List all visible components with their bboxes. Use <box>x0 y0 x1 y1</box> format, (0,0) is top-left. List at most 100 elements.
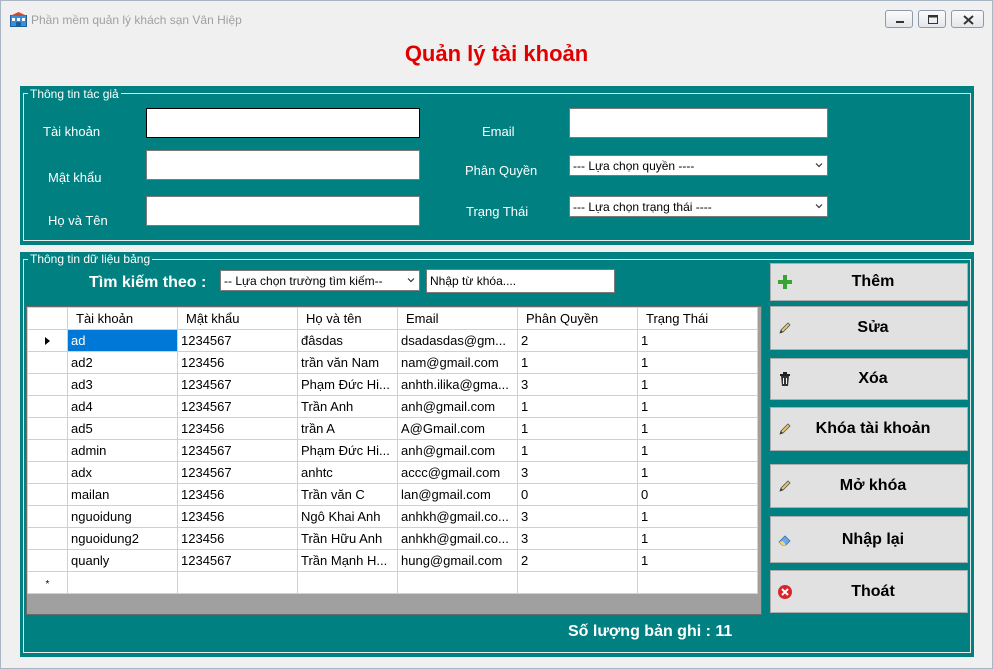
row-header[interactable] <box>27 417 68 440</box>
table-row[interactable]: nguoidung2 123456 Trần Hữu Anh anhkh@gmail.… <box>27 527 758 550</box>
table-cell[interactable]: 123456 <box>177 505 298 528</box>
table-cell[interactable] <box>297 571 398 594</box>
table-cell[interactable]: anhkh@gmail.co... <box>397 505 518 528</box>
table-row[interactable]: ad4 1234567 Trần Anh anh@gmail.com 1 1 <box>27 395 758 418</box>
column-header[interactable]: Họ và tên <box>297 307 398 330</box>
search-input[interactable] <box>426 269 615 293</box>
table-row[interactable]: admin 1234567 Phạm Đức Hi... anh@gmail.com 1… <box>27 439 758 462</box>
table-cell[interactable]: 0 <box>517 483 638 506</box>
table-row[interactable]: ad5 123456 trần A A@Gmail.com 1 1 <box>27 417 758 440</box>
table-cell[interactable]: ad4 <box>67 395 178 418</box>
table-cell[interactable]: 1234567 <box>177 373 298 396</box>
row-header[interactable] <box>27 549 68 572</box>
table-cell[interactable]: 1234567 <box>177 395 298 418</box>
table-cell[interactable]: Trần Hữu Anh <box>297 527 398 550</box>
table-cell[interactable]: 1 <box>637 549 758 572</box>
add-button[interactable]: Thêm <box>770 263 968 301</box>
table-cell[interactable]: ad3 <box>67 373 178 396</box>
table-cell[interactable]: 123456 <box>177 483 298 506</box>
title-bar[interactable]: Phần mềm quản lý khách sạn Vân Hiệp <box>1 1 992 37</box>
fullname-field[interactable] <box>146 196 420 226</box>
table-cell[interactable]: accc@gmail.com <box>397 461 518 484</box>
search-field-select[interactable]: -- Lựa chọn trường tìm kiếm-- <box>220 270 420 291</box>
table-row[interactable]: ad3 1234567 Phạm Đức Hi... anhth.ilika@gma.… <box>27 373 758 396</box>
table-cell[interactable]: quanly <box>67 549 178 572</box>
row-header[interactable] <box>27 373 68 396</box>
table-cell[interactable]: anhth.ilika@gma... <box>397 373 518 396</box>
table-cell[interactable]: ad <box>67 329 178 352</box>
table-cell[interactable]: hung@gmail.com <box>397 549 518 572</box>
table-cell[interactable]: 123456 <box>177 417 298 440</box>
delete-button[interactable]: Xóa <box>770 358 968 400</box>
table-cell[interactable] <box>397 571 518 594</box>
row-header[interactable] <box>27 395 68 418</box>
table-cell[interactable]: 1 <box>637 395 758 418</box>
table-cell[interactable]: nguoidung <box>67 505 178 528</box>
table-cell[interactable]: anhtc <box>297 461 398 484</box>
table-cell[interactable]: ad2 <box>67 351 178 374</box>
row-header[interactable] <box>27 527 68 550</box>
table-row[interactable]: mailan 123456 Trần văn Clan@gmail.com 0 0 <box>27 483 758 506</box>
table-cell[interactable]: 1 <box>517 439 638 462</box>
table-row[interactable]: quanly 1234567 Trần Mạnh H... hung@gmail.co… <box>27 549 758 572</box>
table-cell[interactable]: admin <box>67 439 178 462</box>
status-select[interactable]: --- Lựa chọn trạng thái ---- <box>569 196 828 217</box>
table-cell[interactable]: 1 <box>637 329 758 352</box>
table-cell[interactable]: Trần văn C <box>297 483 398 506</box>
table-cell[interactable] <box>67 571 178 594</box>
table-row[interactable]: adx 1234567 anhtc accc@gmail.com 3 1 <box>27 461 758 484</box>
table-cell[interactable]: dsadasdas@gm... <box>397 329 518 352</box>
table-cell[interactable]: 1234567 <box>177 549 298 572</box>
row-header[interactable] <box>27 329 68 352</box>
close-button[interactable] <box>951 10 984 28</box>
column-header[interactable]: Trạng Thái <box>637 307 758 330</box>
table-cell[interactable]: Phạm Đức Hi... <box>297 373 398 396</box>
accounts-grid[interactable]: Tài khoản Mật khẩu Họ và tên Email Phân … <box>26 306 762 615</box>
table-cell[interactable]: 1 <box>637 373 758 396</box>
table-cell[interactable]: nam@gmail.com <box>397 351 518 374</box>
table-cell[interactable]: nguoidung2 <box>67 527 178 550</box>
table-cell[interactable]: 0 <box>637 483 758 506</box>
row-header[interactable] <box>27 351 68 374</box>
role-select[interactable]: --- Lựa chọn quyền ---- <box>569 155 828 176</box>
table-cell[interactable]: trần văn Nam <box>297 351 398 374</box>
table-row[interactable]: nguoidung 123456 Ngô Khai Anh anhkh@gmail.c… <box>27 505 758 528</box>
table-cell[interactable]: 123456 <box>177 527 298 550</box>
table-cell[interactable]: A@Gmail.com <box>397 417 518 440</box>
maximize-button[interactable] <box>918 10 946 28</box>
table-cell[interactable]: Phạm Đức Hi... <box>297 439 398 462</box>
row-header[interactable] <box>27 439 68 462</box>
table-cell[interactable]: adx <box>67 461 178 484</box>
table-cell[interactable]: 3 <box>517 373 638 396</box>
column-header[interactable]: Phân Quyền <box>517 307 638 330</box>
username-field[interactable] <box>146 108 420 138</box>
table-cell[interactable]: 3 <box>517 527 638 550</box>
password-field[interactable] <box>146 150 420 180</box>
column-header[interactable]: Mật khẩu <box>177 307 298 330</box>
row-header[interactable] <box>27 505 68 528</box>
new-row[interactable]: * <box>27 571 758 594</box>
table-cell[interactable]: 2 <box>517 329 638 352</box>
exit-button[interactable]: Thoát <box>770 570 968 613</box>
table-cell[interactable]: 1234567 <box>177 461 298 484</box>
table-cell[interactable]: 1 <box>637 439 758 462</box>
table-cell[interactable]: anh@gmail.com <box>397 395 518 418</box>
table-cell[interactable]: 1 <box>637 417 758 440</box>
table-cell[interactable]: Trần Mạnh H... <box>297 549 398 572</box>
table-cell[interactable] <box>177 571 298 594</box>
table-cell[interactable]: Ngô Khai Anh <box>297 505 398 528</box>
table-cell[interactable]: 2 <box>517 549 638 572</box>
row-header[interactable] <box>27 461 68 484</box>
table-cell[interactable]: 1 <box>637 351 758 374</box>
email-field[interactable] <box>569 108 828 138</box>
table-cell[interactable] <box>637 571 758 594</box>
table-cell[interactable]: 1234567 <box>177 439 298 462</box>
table-cell[interactable]: 3 <box>517 505 638 528</box>
table-row[interactable]: ad2 123456 trần văn Nam nam@gmail.com 1 1 <box>27 351 758 374</box>
reset-button[interactable]: Nhập lại <box>770 516 968 563</box>
table-cell[interactable]: Trần Anh <box>297 395 398 418</box>
table-cell[interactable]: 1 <box>637 505 758 528</box>
table-cell[interactable]: 1234567 <box>177 329 298 352</box>
row-header[interactable] <box>27 483 68 506</box>
table-cell[interactable]: 1 <box>517 395 638 418</box>
